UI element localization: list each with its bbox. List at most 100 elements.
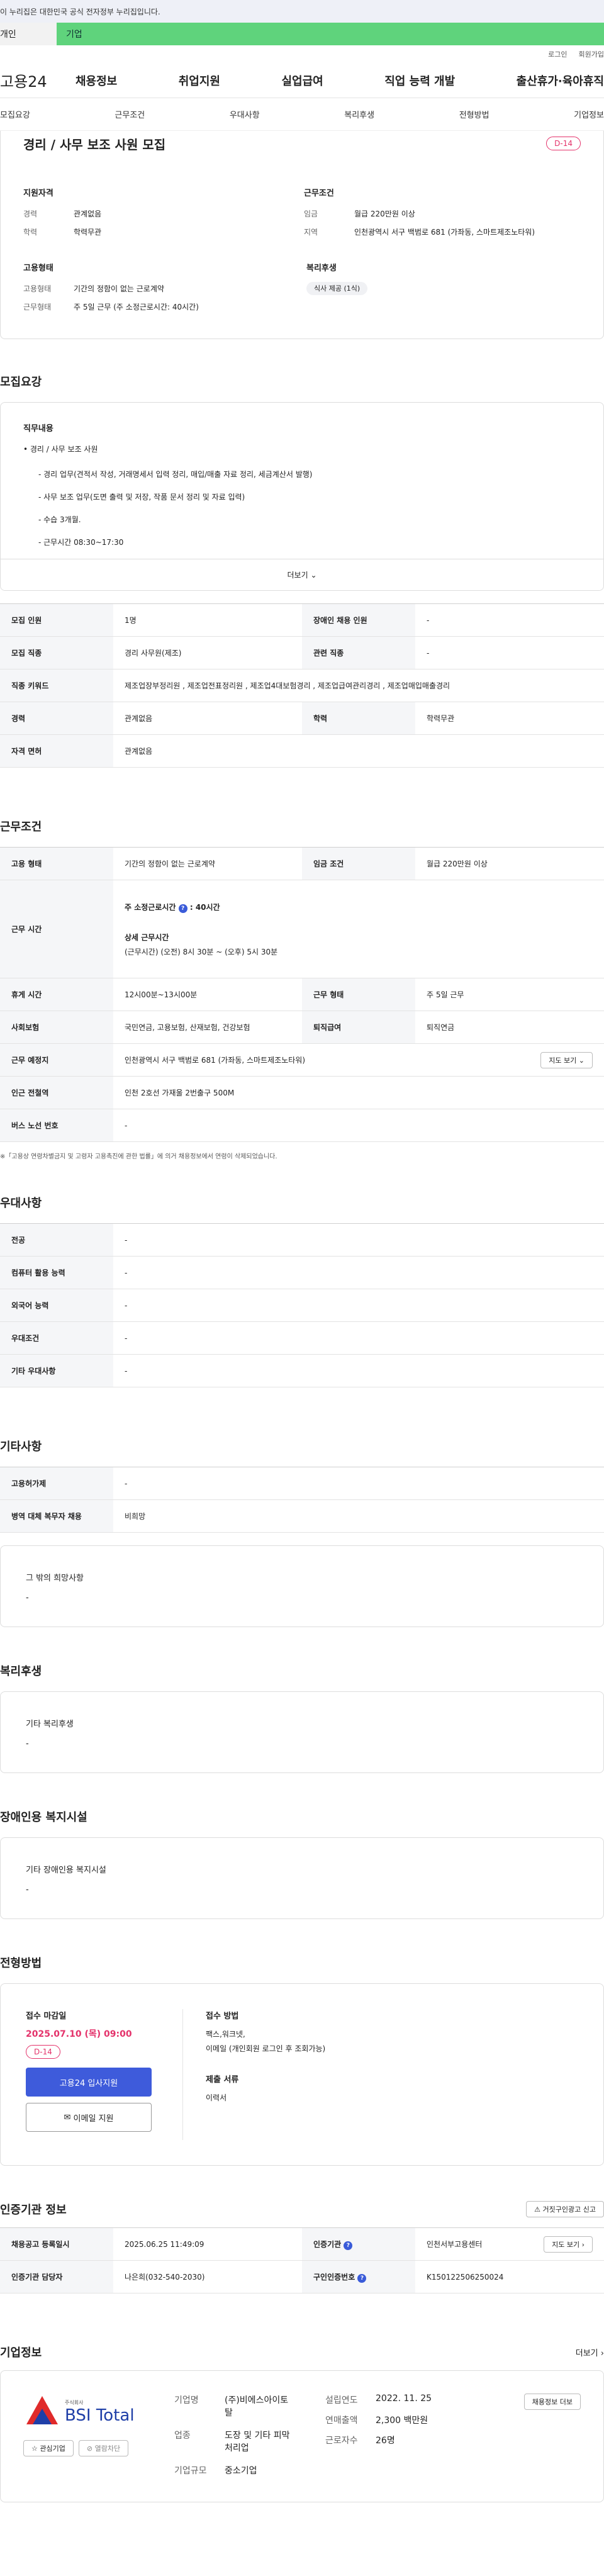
- hours-detail-value: (근무시간) (오전) 8시 30분 ~ (오후) 5시 30분: [125, 947, 278, 956]
- gnb-item-recruit[interactable]: 채용정보: [76, 72, 117, 89]
- cell-key: 직종 키워드: [0, 669, 113, 702]
- info-icon[interactable]: ?: [178, 904, 187, 913]
- block-label: 열람차단: [94, 2444, 121, 2453]
- tab-company[interactable]: 기업: [57, 23, 604, 45]
- report-button[interactable]: ⚠ 거짓구인광고 신고: [526, 2201, 604, 2217]
- job-title: 경리 / 사무 보조 사원 모집: [23, 137, 166, 152]
- cell-key: 인증기관 담당자: [0, 2260, 113, 2293]
- email-button-label: 이메일 지원: [73, 2114, 114, 2124]
- join-link[interactable]: 회원가입: [579, 49, 604, 59]
- welfare-box-label: 기타 복리후생: [26, 1720, 74, 1729]
- info-icon[interactable]: ?: [357, 2273, 367, 2283]
- emptype-key: 고용형태: [23, 284, 52, 293]
- company-recruit-button[interactable]: 채용정보 더보: [523, 2394, 581, 2410]
- prefer-table: 전공 - 컴퓨터 활용 능력 - 외국어 능력 - 우대조건 - 기타 우대사항 -: [0, 1223, 604, 1387]
- fav-company-button[interactable]: ☆ 관심기업: [23, 2440, 74, 2456]
- duty-label: 직무내용: [23, 424, 53, 434]
- gnb-item-leave[interactable]: 출산휴가·육아휴직: [517, 72, 604, 89]
- welfare-box: 기타 복리후생 -: [0, 1691, 604, 1773]
- company-name-value: (주)비에스아이토탈: [225, 2395, 289, 2418]
- anchor-recruit[interactable]: 모집요강: [0, 108, 30, 120]
- worktype-value: 주 5일 근무 (주 소정근로시간: 40시간): [74, 303, 199, 311]
- company-size-key: 기업규모: [174, 2466, 207, 2476]
- cell-key: 인증기관 ?: [302, 2227, 415, 2261]
- company-est-key: 설립연도: [325, 2395, 358, 2405]
- gnb-item-training[interactable]: 직업 능력 개발: [384, 72, 455, 89]
- cert-section-title: 인증기관 정보: [0, 2204, 67, 2217]
- cell-key: 관련 직종: [302, 636, 415, 669]
- recruit-section-title: 모집요강: [0, 376, 42, 389]
- anchor-work[interactable]: 근무조건: [115, 108, 145, 120]
- cell-key: 모집 직종: [0, 636, 113, 669]
- block-icon: ⊘: [86, 2444, 93, 2453]
- duty-main: • 경리 / 사무 보조 사원: [23, 445, 98, 454]
- more-label: 더보기: [287, 571, 308, 580]
- apply-button[interactable]: 고용24 입사지원: [26, 2068, 152, 2097]
- company-more-link[interactable]: 더보기 ›: [576, 2346, 604, 2358]
- cert-agency-label: 인증기관: [313, 2239, 342, 2249]
- cell-key: 모집 인원: [0, 603, 113, 637]
- prefer-section-title: 우대사항: [0, 1197, 42, 1210]
- hours-value: : 40시간: [189, 902, 220, 912]
- duty-item: - 근무시간 08:30~17:30: [38, 538, 124, 547]
- anchor-welfare[interactable]: 복리후생: [344, 108, 374, 120]
- cell-key: 인근 전철역: [0, 1076, 113, 1109]
- cell-value: 나은희(032-540-2030): [113, 2260, 302, 2293]
- cell-key: 외국어 능력: [0, 1289, 113, 1322]
- exp-key: 경력: [23, 210, 38, 218]
- anchor-company[interactable]: 기업정보: [574, 108, 604, 120]
- info-icon[interactable]: ?: [344, 2241, 353, 2250]
- block-company-button[interactable]: ⊘ 열람차단: [78, 2440, 129, 2456]
- cell-key: 자격 면허: [0, 734, 113, 768]
- anchor-prefer[interactable]: 우대사항: [230, 108, 260, 120]
- etc-box-value: -: [26, 1593, 29, 1603]
- email-apply-button[interactable]: ✉ 이메일 지원: [26, 2103, 152, 2132]
- tab-personal[interactable]: 개인: [0, 23, 57, 45]
- cert-map-button[interactable]: 지도 보기 ›: [544, 2236, 593, 2253]
- exp-value: 관계없음: [74, 210, 102, 218]
- global-nav: 고용24 채용정보 취업지원 실업급여 직업 능력 개발 출산휴가·육아휴직: [0, 63, 604, 98]
- apply-button-label: 고용24 입사지원: [59, 2078, 118, 2088]
- duty-item: - 경리 업무(견적서 작성, 거래명세서 입력 정리, 매입/매출 자료 정리…: [38, 470, 313, 479]
- site-logo[interactable]: 고용24: [0, 69, 76, 91]
- age-note: ※「고용상 연령차별금지 및 고령자 고용촉진에 관한 법률」에 의거 채용정보…: [0, 1153, 277, 1160]
- map-button[interactable]: 지도 보기 ⌄: [540, 1051, 593, 1068]
- etc-section-title: 기타사항: [0, 1440, 42, 1453]
- dday-badge: D-14: [546, 137, 581, 150]
- cell-value: -: [113, 1256, 604, 1289]
- cell-key: 컴퓨터 활용 능력: [0, 1256, 113, 1289]
- company-ind-key: 업종: [174, 2431, 191, 2441]
- star-icon: ☆: [31, 2444, 38, 2453]
- cell-value: K150122506250024: [415, 2260, 604, 2293]
- cell-key: 근무 예정지: [0, 1043, 113, 1077]
- cell-value: 제조업장부정리원 , 제조업전표정리원 , 제조업4대보험경리 , 제조업급여관…: [113, 669, 604, 702]
- anchor-apply[interactable]: 전형방법: [459, 108, 489, 120]
- cell-key: 임금 조건: [302, 847, 415, 880]
- login-link[interactable]: 로그인: [548, 49, 567, 59]
- deadline-label: 접수 마감일: [26, 2012, 67, 2021]
- gnb-item-unemployment[interactable]: 실업급여: [282, 72, 323, 89]
- cell-value: 경리 사무원(제조): [113, 636, 302, 669]
- cond-label: 근무조건: [304, 189, 334, 198]
- work-table: 고용 형태 기간의 정함이 없는 근로계약 임금 조건 월급 220만원 이상 근무 …: [0, 847, 604, 1142]
- gov-notice-bar: 이 누리집은 대한민국 공식 전자정부 누리집입니다.: [0, 0, 604, 23]
- cell-value: 12시00분~13시00분: [113, 978, 302, 1011]
- more-button[interactable]: 더보기 ⌄: [1, 559, 603, 590]
- section-anchor-nav: 모집요강 근무조건 우대사항 복리후생 전형방법 기업정보: [0, 98, 604, 131]
- welfare-section-title: 복리후생: [0, 1665, 42, 1678]
- recruit-table: 모집 인원 1명 장애인 채용 인원 - 모집 직종 경리 사무원(제조) 관련 직종 - …: [0, 603, 604, 768]
- area-key: 지역: [304, 228, 318, 237]
- apply-section-title: 전형방법: [0, 1957, 42, 1970]
- area-value: 인천광역시 서구 백범로 681 (가좌동, 스마트제조노타워): [354, 228, 535, 237]
- cell-key: 구인인증번호 ?: [302, 2260, 415, 2293]
- company-recruit-label: 채용정보 더보: [532, 2398, 573, 2406]
- qual-label: 지원자격: [23, 189, 53, 198]
- gnb-item-employment[interactable]: 취업지원: [179, 72, 220, 89]
- cell-key: 근무 형태: [302, 978, 415, 1011]
- company-logo-mark: [26, 2396, 58, 2424]
- hours-label: 주 소정근로시간: [125, 902, 176, 912]
- cell-key: 퇴직급여: [302, 1011, 415, 1044]
- etc-box: 그 밖의 희망사항 -: [0, 1545, 604, 1627]
- cert-agency-cell: 인천서부고용센터 지도 보기 ›: [415, 2227, 604, 2261]
- tab-company-label: 기업: [66, 30, 82, 40]
